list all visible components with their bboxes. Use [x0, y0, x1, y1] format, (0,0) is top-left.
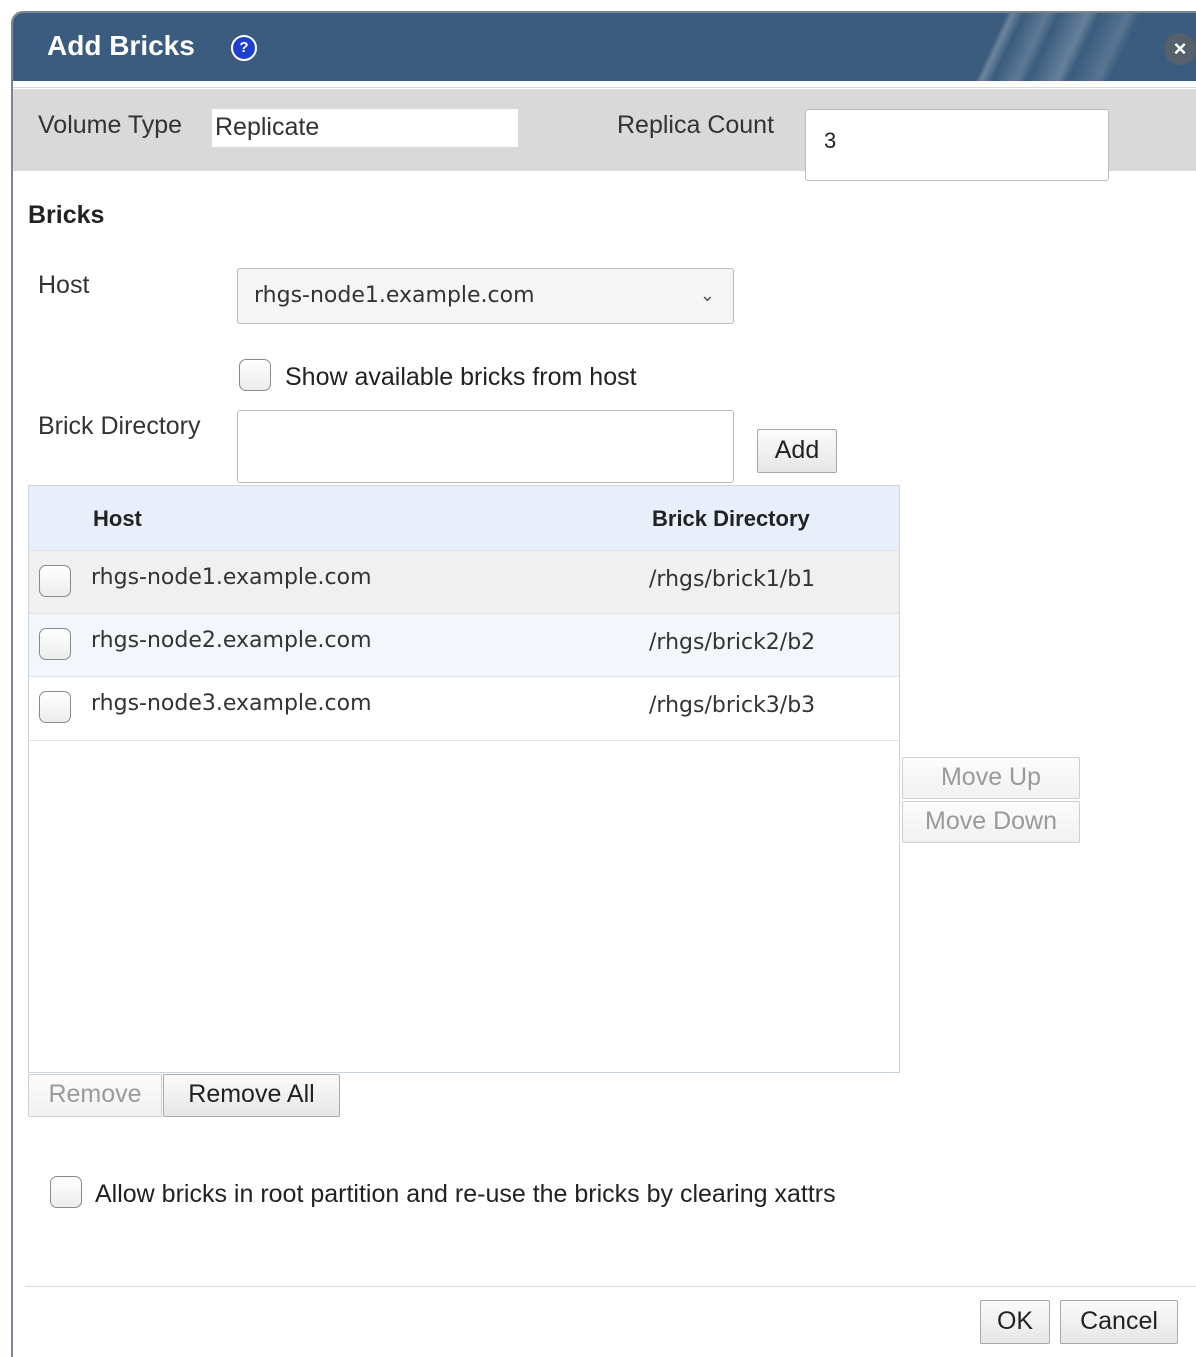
table-header: Host Brick Directory [29, 486, 899, 550]
host-label: Host [38, 271, 90, 299]
allow-root-partition-checkbox[interactable] [50, 1176, 82, 1208]
row-brick-directory: /rhgs/brick1/b1 [649, 567, 816, 592]
bricks-table: Host Brick Directory rhgs-node1.example.… [28, 485, 900, 1073]
brick-directory-label: Brick Directory [38, 412, 201, 440]
row-host: rhgs-node2.example.com [91, 628, 372, 653]
volume-type-label: Volume Type [38, 111, 183, 139]
row-checkbox[interactable] [39, 565, 71, 597]
table-row[interactable]: rhgs-node1.example.com /rhgs/brick1/b1 [29, 550, 899, 614]
move-up-button[interactable]: Move Up [902, 757, 1080, 799]
row-checkbox[interactable] [39, 691, 71, 723]
volume-info-row: Volume Type Replicate Replica Count 3 [13, 89, 1196, 181]
row-checkbox[interactable] [39, 628, 71, 660]
add-brick-button[interactable]: Add [757, 429, 837, 473]
allow-root-partition-label: Allow bricks in root partition and re-us… [95, 1180, 836, 1208]
add-bricks-dialog: Add Bricks ? × Volume Type Replicate Rep… [11, 11, 1196, 1357]
dialog-titlebar[interactable]: Add Bricks ? × [13, 13, 1196, 81]
volume-type-value: Replicate [212, 109, 518, 147]
brick-directory-input[interactable] [237, 410, 734, 483]
remove-button[interactable]: Remove [28, 1074, 162, 1117]
column-header-host[interactable]: Host [93, 506, 142, 532]
column-header-brick-directory[interactable]: Brick Directory [652, 506, 810, 532]
table-row[interactable]: rhgs-node3.example.com /rhgs/brick3/b3 [29, 676, 899, 741]
chevron-down-icon: ⌄ [699, 285, 715, 306]
host-select[interactable]: rhgs-node1.example.com ⌄ [237, 268, 734, 324]
ok-button[interactable]: OK [980, 1300, 1050, 1344]
row-brick-directory: /rhgs/brick2/b2 [649, 630, 816, 655]
help-icon[interactable]: ? [231, 35, 257, 61]
dialog-title: Add Bricks [47, 30, 195, 61]
replica-count-label: Replica Count [617, 111, 775, 139]
host-select-value: rhgs-node1.example.com [254, 283, 535, 308]
row-host: rhgs-node3.example.com [91, 691, 372, 716]
remove-all-button[interactable]: Remove All [163, 1074, 340, 1117]
row-host: rhgs-node1.example.com [91, 565, 372, 590]
titlebar-decoration [896, 13, 1156, 81]
row-brick-directory: /rhgs/brick3/b3 [649, 693, 816, 718]
footer-divider [25, 1286, 1196, 1287]
show-available-label: Show available bricks from host [285, 363, 637, 391]
show-available-checkbox[interactable] [239, 359, 271, 391]
cancel-button[interactable]: Cancel [1060, 1300, 1178, 1344]
table-row[interactable]: rhgs-node2.example.com /rhgs/brick2/b2 [29, 613, 899, 677]
replica-count-field[interactable]: 3 [805, 109, 1109, 181]
bricks-section-title: Bricks [28, 201, 105, 229]
title-divider [13, 81, 1196, 88]
move-down-button[interactable]: Move Down [902, 801, 1080, 843]
close-icon[interactable]: × [1164, 33, 1196, 65]
